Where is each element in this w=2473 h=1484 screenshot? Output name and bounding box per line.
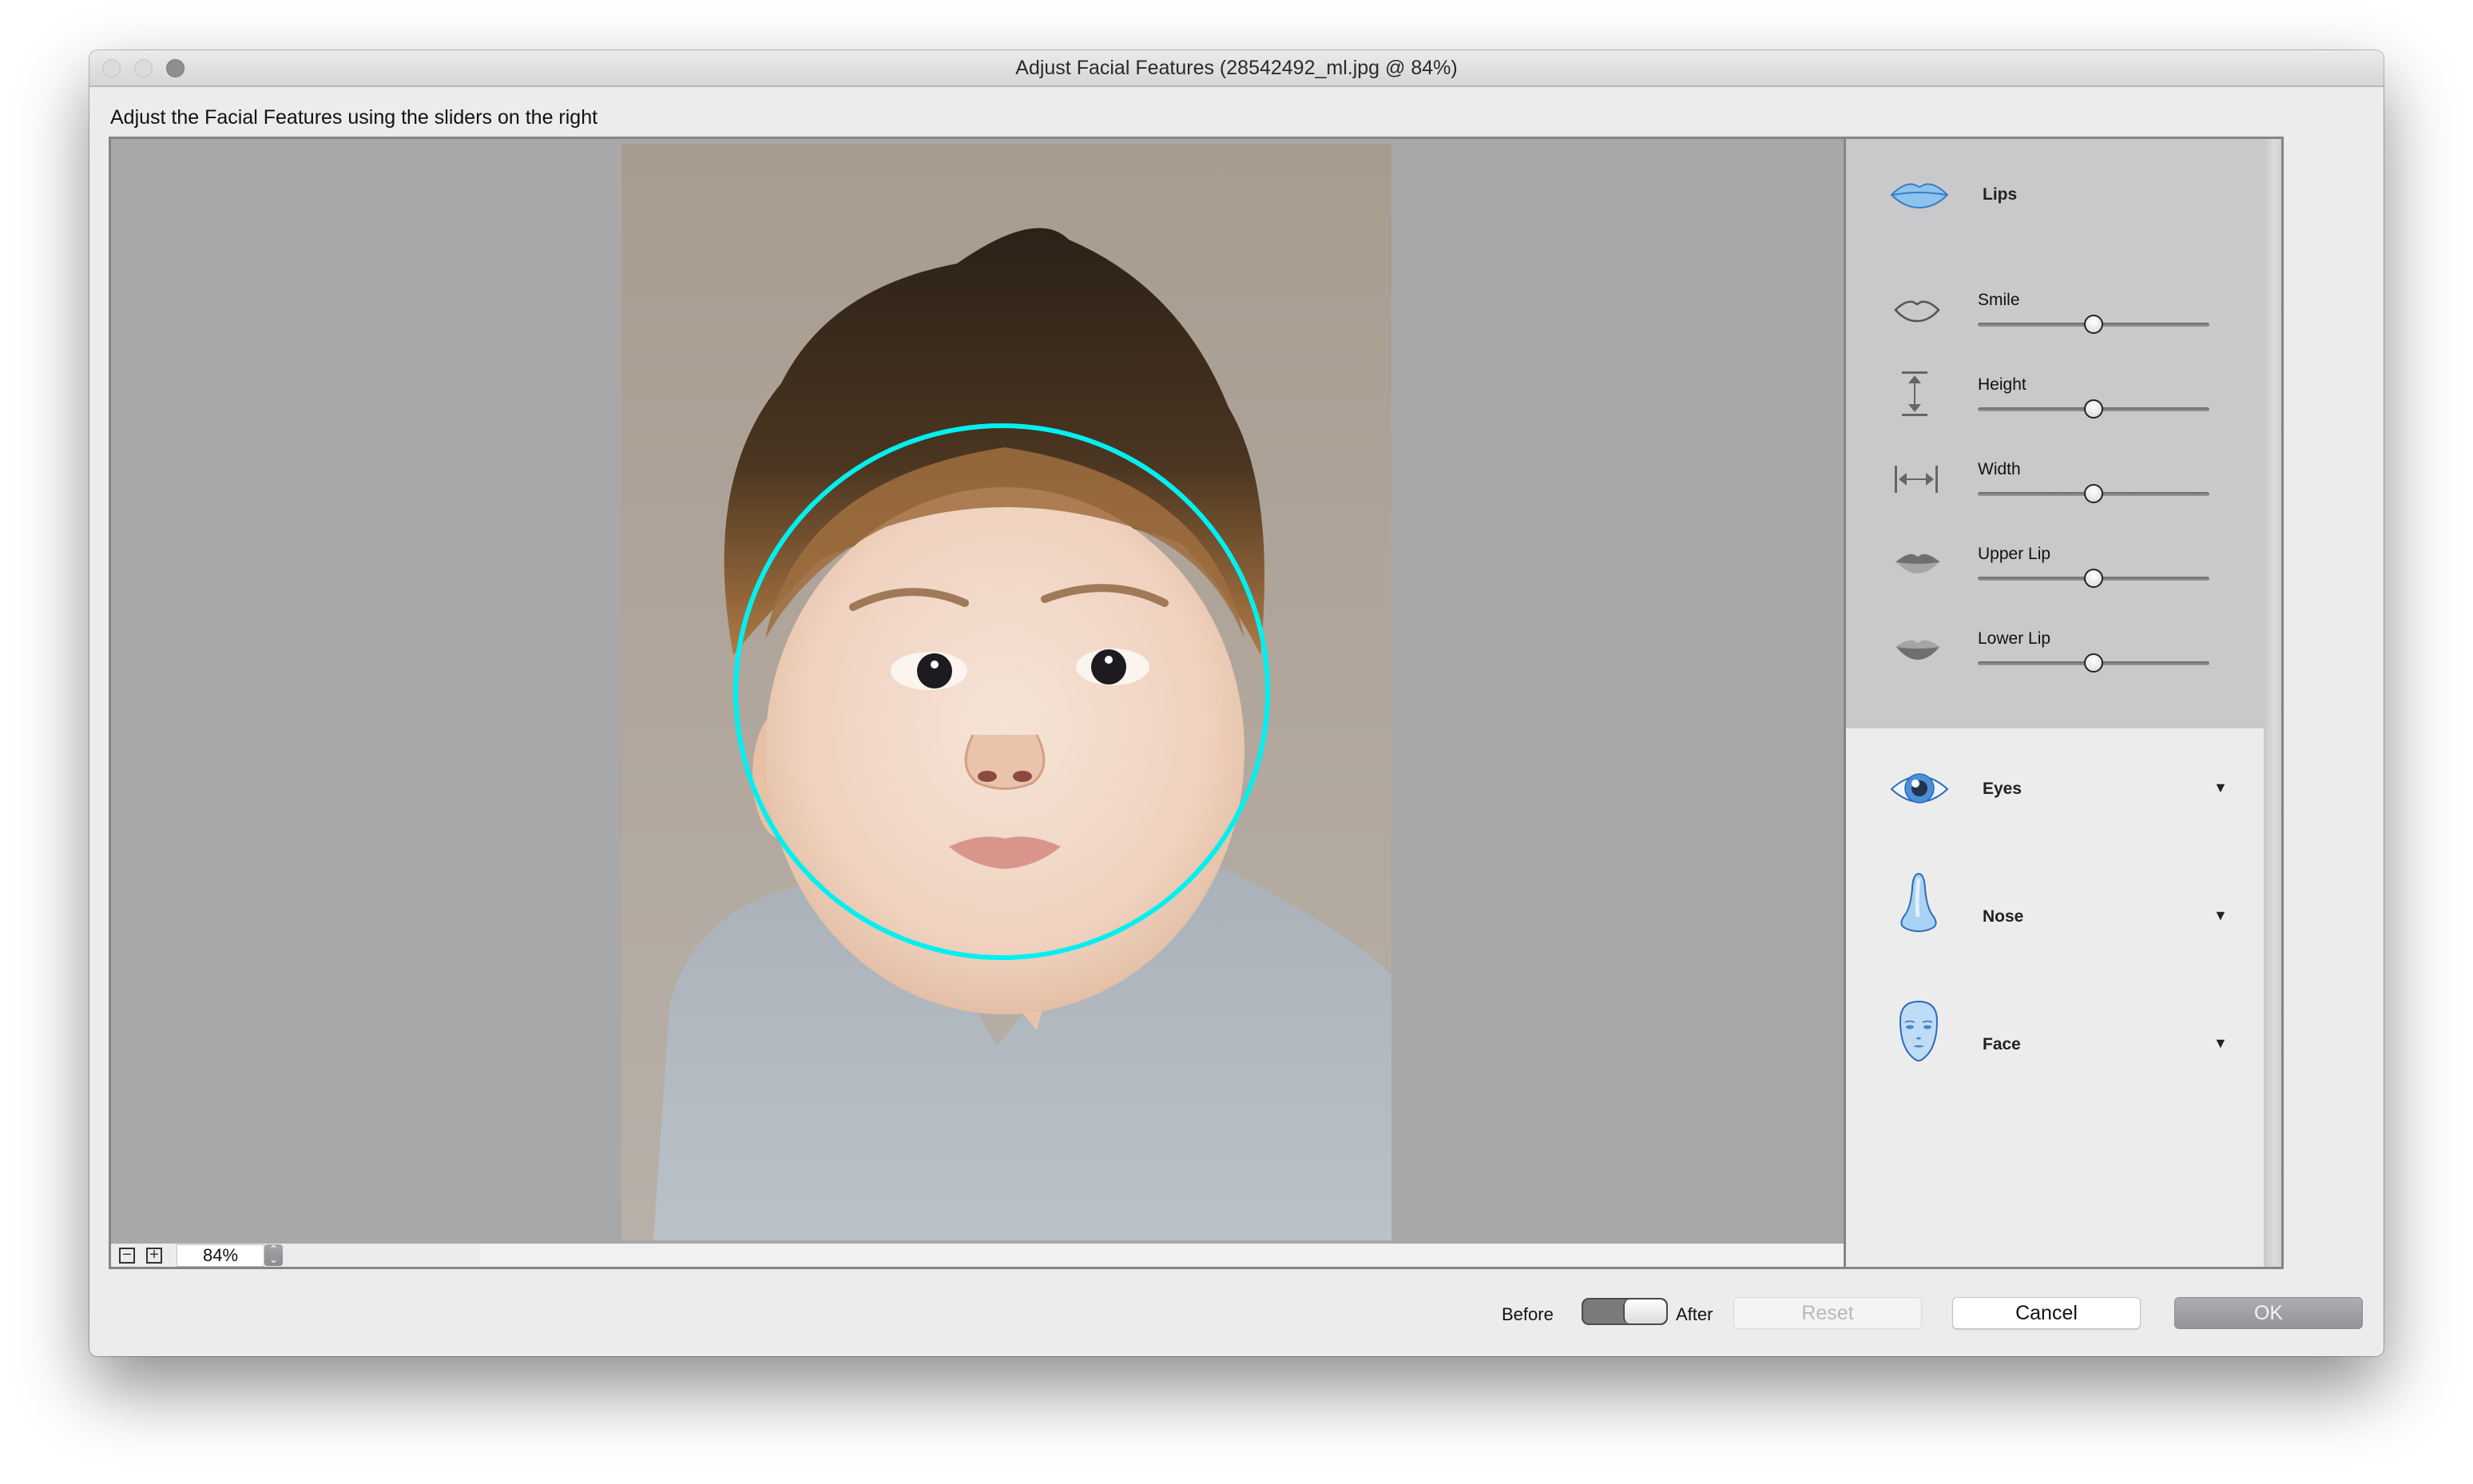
zoom-out-button[interactable]: − — [119, 1246, 135, 1264]
lower-lip-slider[interactable] — [1978, 653, 2209, 673]
window-title: Adjust Facial Features (28542492_ml.jpg … — [1015, 57, 1458, 79]
vertical-resize-icon — [1902, 371, 1927, 416]
nose-section-header[interactable]: Nose ▼ — [1846, 858, 2264, 978]
cancel-button[interactable]: Cancel — [1952, 1297, 2141, 1329]
image-preview-frame: − + 84% ⌃ ⌄ — [109, 137, 1928, 1269]
lower-lip-label: Lower Lip — [1978, 629, 2051, 648]
zoom-toolbar: − + 84% ⌃ ⌄ — [111, 1244, 1926, 1267]
smile-outline-icon — [1894, 300, 1940, 323]
plus-icon: + — [149, 1246, 159, 1264]
reset-button[interactable]: Reset — [1733, 1297, 1922, 1329]
photo-preview[interactable] — [621, 144, 1391, 1240]
nose — [964, 734, 1046, 790]
before-after-toggle[interactable] — [1582, 1298, 1668, 1325]
right-pupil — [1091, 649, 1126, 684]
adjust-facial-features-dialog: Adjust Facial Features (28542492_ml.jpg … — [89, 50, 2384, 1356]
panel-scrollbar[interactable] — [2264, 139, 2281, 1267]
after-label: After — [1676, 1304, 1713, 1324]
face-icon — [1899, 1000, 1939, 1062]
upper-lip-slider[interactable] — [1978, 569, 2209, 588]
chevron-down-icon: ⌄ — [268, 1252, 279, 1265]
slider-thumb[interactable] — [2084, 653, 2103, 673]
ok-button[interactable]: OK — [2174, 1297, 2363, 1329]
lips-section-header[interactable]: Lips — [1846, 139, 2264, 235]
slider-thumb[interactable] — [2084, 399, 2103, 419]
face-label: Face — [1983, 1035, 2021, 1053]
lips-label: Lips — [1983, 185, 2018, 204]
slider-thumb[interactable] — [2084, 484, 2103, 503]
left-eye-highlight — [931, 661, 939, 669]
face-expand-arrow-icon[interactable]: ▼ — [2213, 1035, 2228, 1052]
height-slider[interactable] — [1978, 399, 2209, 419]
lips-icon — [1890, 183, 1949, 209]
eyes-label: Eyes — [1983, 780, 2022, 798]
zoom-in-button[interactable]: + — [146, 1246, 162, 1264]
face-section-header[interactable]: Face ▼ — [1846, 986, 2264, 1105]
photo-illustration — [621, 144, 1391, 1240]
upper-lip-label: Upper Lip — [1978, 545, 2051, 563]
nose-label: Nose — [1983, 907, 2024, 926]
image-preview-canvas[interactable] — [111, 139, 1903, 1244]
eyes-expand-arrow-icon[interactable]: ▼ — [2213, 780, 2228, 796]
before-label: Before — [1502, 1304, 1554, 1324]
minus-icon: − — [122, 1246, 132, 1264]
nose-expand-arrow-icon[interactable]: ▼ — [2213, 907, 2228, 924]
upper-lip-icon — [1895, 554, 1940, 573]
lower-lip-icon — [1895, 640, 1940, 660]
lips-section: Lips Smile Height Width Upper Lip Lower … — [1846, 139, 2264, 728]
left-pupil — [917, 653, 952, 688]
smile-slider[interactable] — [1978, 315, 2209, 334]
eye-icon — [1890, 773, 1949, 804]
horizontal-resize-icon — [1895, 466, 1938, 493]
right-eye-highlight — [1105, 656, 1113, 664]
height-label: Height — [1978, 375, 2026, 394]
width-label: Width — [1978, 460, 2021, 478]
horizontal-scrollbar[interactable] — [480, 1244, 1903, 1267]
nose-icon — [1900, 872, 1937, 933]
eyes-section-header[interactable]: Eyes ▼ — [1846, 730, 2264, 850]
zoom-level-field[interactable]: 84% — [177, 1244, 264, 1267]
title-bar: Adjust Facial Features (28542492_ml.jpg … — [89, 50, 2384, 87]
right-nostril — [1013, 771, 1032, 782]
instructions-label: Adjust the Facial Features using the sli… — [110, 106, 598, 129]
features-panel: Lips Smile Height Width Upper Lip Lower … — [1844, 137, 2284, 1269]
smile-label: Smile — [1978, 291, 2020, 309]
width-slider[interactable] — [1978, 484, 2209, 503]
left-nostril — [978, 771, 997, 782]
slider-thumb[interactable] — [2084, 569, 2103, 588]
zoom-stepper[interactable]: ⌃ ⌄ — [264, 1244, 283, 1266]
toggle-knob[interactable] — [1623, 1299, 1666, 1323]
slider-thumb[interactable] — [2084, 315, 2103, 334]
